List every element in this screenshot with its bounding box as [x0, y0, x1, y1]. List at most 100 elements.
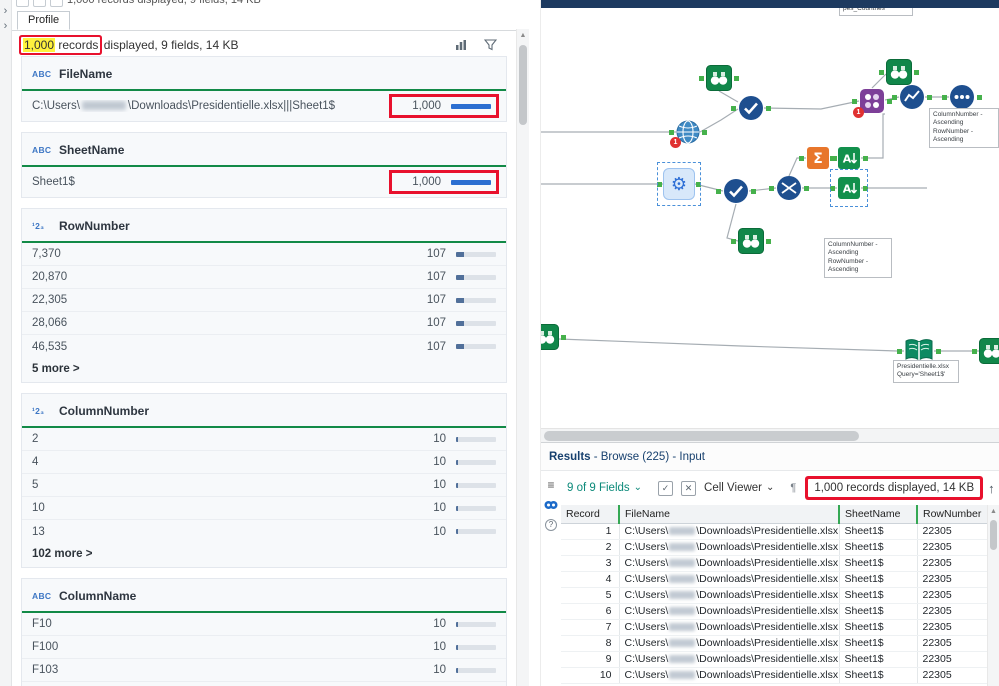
- table-row[interactable]: 8 C:\Users\ \Downloads\Presidentielle.xls…: [561, 635, 989, 652]
- table-row[interactable]: 3 C:\Users\ \Downloads\Presidentielle.xls…: [561, 555, 989, 572]
- value-row[interactable]: 2 10: [22, 428, 506, 451]
- input-anchor[interactable]: [799, 155, 804, 161]
- input-anchor[interactable]: [852, 98, 857, 104]
- download-tool-icon[interactable]: 1: [669, 120, 707, 148]
- column-header-filename[interactable]: FileName: [619, 505, 840, 524]
- scroll-up-icon[interactable]: ▲: [517, 29, 529, 42]
- table-row[interactable]: 10 C:\Users\ \Downloads\Presidentielle.xl…: [561, 667, 989, 684]
- browse-everywhere-icon[interactable]: [544, 500, 558, 510]
- cell-filename[interactable]: C:\Users\ \Downloads\Presidentielle.xlsx.…: [619, 603, 840, 620]
- cell-sheetname[interactable]: Sheet1$: [839, 523, 918, 540]
- output-anchor[interactable]: [863, 185, 868, 191]
- running-total-tool-icon[interactable]: Σ: [799, 146, 837, 170]
- output-anchor[interactable]: [734, 75, 739, 81]
- cell-sheetname[interactable]: Sheet1$: [839, 651, 918, 668]
- table-row[interactable]: 5 C:\Users\ \Downloads\Presidentielle.xls…: [561, 587, 989, 604]
- output-anchor[interactable]: [766, 238, 771, 244]
- input-anchor[interactable]: [830, 155, 835, 161]
- output-anchor[interactable]: [702, 129, 707, 135]
- input-anchor[interactable]: [897, 348, 902, 354]
- input-anchor[interactable]: [731, 105, 736, 111]
- expand-panel-icon[interactable]: ›: [0, 19, 11, 34]
- whitespace-toggle-icon[interactable]: ¶: [790, 482, 796, 494]
- cell-rownumber[interactable]: 22305: [917, 523, 989, 540]
- macro-tool-icon[interactable]: ⚙: [657, 162, 701, 206]
- profile-scrollbar[interactable]: ▲: [516, 29, 529, 686]
- cell-sheetname[interactable]: Sheet1$: [839, 539, 918, 556]
- field-card-header[interactable]: ¹2₃ ColumnNumber: [22, 394, 506, 428]
- fields-dropdown[interactable]: 9 of 9 Fields ⌄: [567, 482, 642, 494]
- cell-sheetname[interactable]: Sheet1$: [839, 635, 918, 652]
- value-row[interactable]: 46,535 107: [22, 335, 506, 358]
- output-anchor[interactable]: [863, 155, 868, 161]
- value-row[interactable]: C:\Users\ \Downloads\Presidentielle.xlsx|…: [22, 91, 506, 121]
- scroll-up-icon[interactable]: ▲: [988, 505, 999, 518]
- cell-sheetname[interactable]: Sheet1$: [839, 619, 918, 636]
- table-row[interactable]: 9 C:\Users\ \Downloads\Presidentielle.xls…: [561, 651, 989, 668]
- input-anchor[interactable]: [879, 69, 884, 75]
- browse-tool-icon[interactable]: [541, 324, 566, 350]
- cell-sheetname[interactable]: Sheet1$: [839, 587, 918, 604]
- cell-sheetname[interactable]: Sheet1$: [839, 571, 918, 588]
- cell-filename[interactable]: C:\Users\ \Downloads\Presidentielle.xlsx.…: [619, 587, 840, 604]
- input-anchor[interactable]: [657, 181, 662, 187]
- scroll-to-top-icon[interactable]: ↑: [988, 481, 995, 496]
- help-icon[interactable]: ?: [545, 519, 557, 531]
- sort-tool-icon[interactable]: A: [830, 169, 868, 207]
- output-anchor[interactable]: [977, 94, 982, 100]
- browse-tool-icon[interactable]: [879, 59, 919, 85]
- grid-view-icon[interactable]: [33, 0, 46, 7]
- scrollbar-thumb[interactable]: [544, 431, 859, 441]
- tool-annotation-box[interactable]: Presidentielle.xlsx Query='Sheet1$': [893, 360, 959, 383]
- cell-filename[interactable]: C:\Users\ \Downloads\Presidentielle.xlsx.…: [619, 667, 840, 684]
- tool-annotation-box[interactable]: ColumnNumber - Ascending RowNumber - Ascend…: [824, 238, 892, 278]
- expand-panel-icon[interactable]: ›: [0, 4, 11, 19]
- cell-filename[interactable]: C:\Users\ \Downloads\Presidentielle.xlsx.…: [619, 651, 840, 668]
- cell-sheetname[interactable]: Sheet1$: [839, 667, 918, 684]
- workflow-canvas[interactable]: 1 1 ⚙ Σ A Apes_Countries ColumnNumber - Ascendi…: [541, 8, 999, 428]
- more-values-link[interactable]: 102 more >: [22, 543, 506, 567]
- input-anchor[interactable]: [716, 188, 721, 194]
- table-row[interactable]: 4 C:\Users\ \Downloads\Presidentielle.xls…: [561, 571, 989, 588]
- deselect-x-icon[interactable]: ✕: [681, 480, 697, 496]
- select-check-icon[interactable]: ✓: [658, 480, 674, 496]
- value-row[interactable]: F103 10: [22, 659, 506, 682]
- cell-viewer-dropdown[interactable]: Cell Viewer ⌄: [704, 482, 774, 494]
- input-anchor[interactable]: [942, 94, 947, 100]
- tab-profile[interactable]: Profile: [17, 11, 71, 30]
- cell-rownumber[interactable]: 22305: [917, 555, 989, 572]
- value-row[interactable]: Sheet1$ 1,000: [22, 167, 506, 197]
- cell-sheetname[interactable]: Sheet1$: [839, 603, 918, 620]
- value-row[interactable]: 13 10: [22, 520, 506, 543]
- browse-tool-icon[interactable]: [731, 228, 771, 254]
- column-header-record[interactable]: Record: [561, 505, 620, 524]
- chart-tool-icon[interactable]: [892, 84, 932, 110]
- output-anchor[interactable]: [696, 181, 701, 187]
- value-row[interactable]: F104 10: [22, 682, 506, 686]
- field-card-header[interactable]: ¹2₃ RowNumber: [22, 209, 506, 243]
- cell-rownumber[interactable]: 22305: [917, 603, 989, 620]
- field-card-header[interactable]: ABC FileName: [22, 57, 506, 91]
- cell-filename[interactable]: C:\Users\ \Downloads\Presidentielle.xlsx.…: [619, 523, 840, 540]
- join-multiple-tool-icon[interactable]: 1: [852, 88, 892, 118]
- cell-filename[interactable]: C:\Users\ \Downloads\Presidentielle.xlsx.…: [619, 571, 840, 588]
- cell-rownumber[interactable]: 22305: [917, 539, 989, 556]
- output-anchor[interactable]: [561, 334, 566, 340]
- cell-filename[interactable]: C:\Users\ \Downloads\Presidentielle.xlsx.…: [619, 635, 840, 652]
- output-anchor[interactable]: [914, 69, 919, 75]
- value-row[interactable]: 5 10: [22, 474, 506, 497]
- list-view-icon[interactable]: ≡: [547, 479, 554, 491]
- cell-rownumber[interactable]: 22305: [917, 571, 989, 588]
- cell-filename[interactable]: C:\Users\ \Downloads\Presidentielle.xlsx.…: [619, 539, 840, 556]
- grid-scrollbar[interactable]: ▲: [987, 505, 999, 686]
- input-anchor[interactable]: [699, 75, 704, 81]
- value-row[interactable]: 22,305 107: [22, 289, 506, 312]
- cell-rownumber[interactable]: 22305: [917, 635, 989, 652]
- cell-rownumber[interactable]: 22305: [917, 651, 989, 668]
- value-row[interactable]: 20,870 107: [22, 266, 506, 289]
- grid-view-icon[interactable]: [16, 0, 29, 7]
- column-header-sheetname[interactable]: SheetName: [839, 505, 918, 524]
- table-row[interactable]: 1 C:\Users\ \Downloads\Presidentielle.xls…: [561, 523, 989, 540]
- output-anchor[interactable]: [804, 185, 809, 191]
- output-anchor[interactable]: [927, 94, 932, 100]
